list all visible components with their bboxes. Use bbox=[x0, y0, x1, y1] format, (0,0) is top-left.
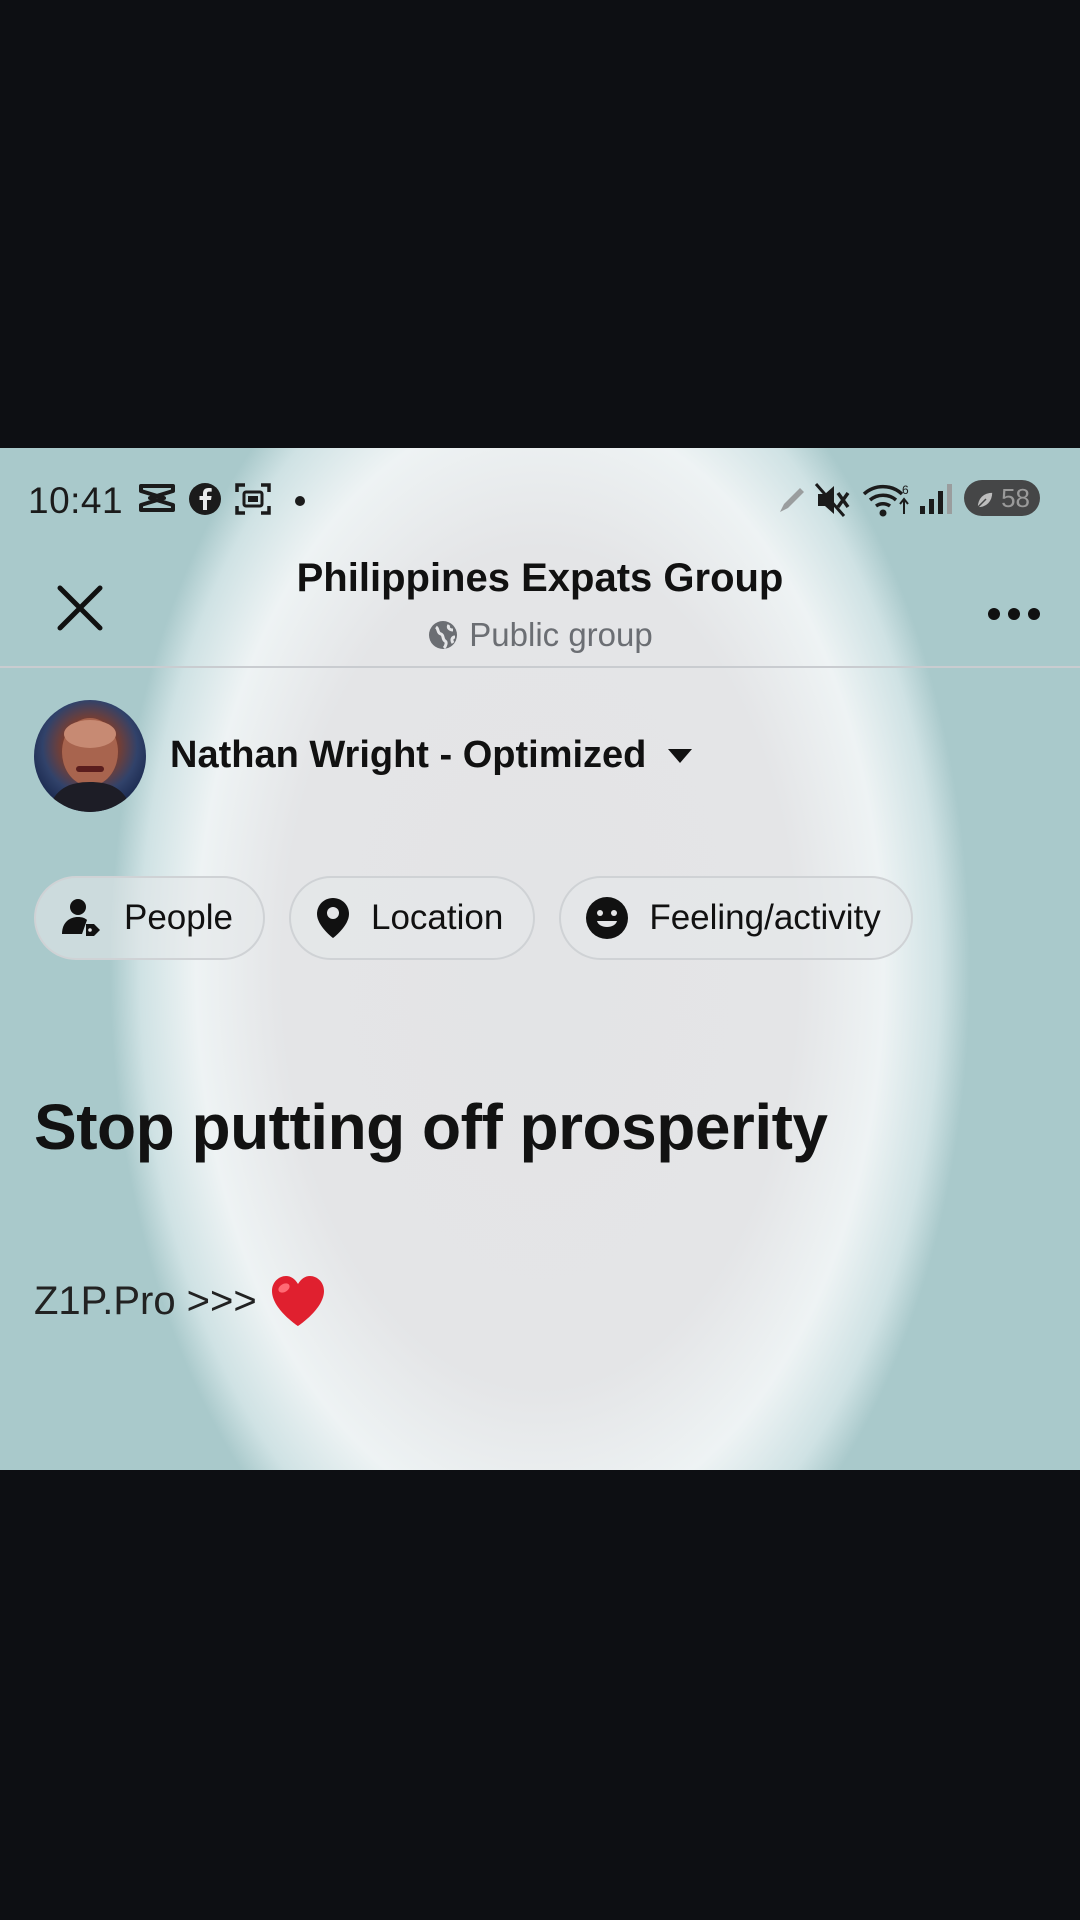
capcut-icon bbox=[138, 482, 176, 519]
group-title: Philippines Expats Group bbox=[296, 556, 784, 600]
pen-icon bbox=[776, 482, 810, 521]
signal-icon bbox=[918, 482, 954, 521]
feeling-chip[interactable]: Feeling/activity bbox=[559, 876, 913, 960]
location-pin-icon bbox=[316, 898, 349, 938]
mute-icon bbox=[814, 482, 854, 523]
location-label: Location bbox=[370, 898, 504, 937]
more-icon bbox=[988, 608, 1040, 620]
globe-icon bbox=[429, 621, 458, 650]
composer-screen: 10:41 6 58 Philippines Expats Group Publ… bbox=[0, 448, 1080, 1470]
power-saving-icon bbox=[974, 487, 996, 518]
group-privacy: Public group bbox=[0, 616, 1080, 654]
facebook-icon bbox=[188, 482, 222, 521]
status-time: 10:41 bbox=[28, 480, 124, 521]
location-chip[interactable]: Location bbox=[288, 876, 536, 960]
heart-emoji bbox=[271, 1276, 324, 1326]
post-link-text: Z1P.Pro >>> bbox=[34, 1278, 257, 1323]
dot-icon bbox=[294, 494, 306, 512]
battery-level: 58 bbox=[1001, 482, 1030, 513]
wifi-icon: 6 bbox=[862, 482, 912, 523]
post-options: People Location Feeling/activity bbox=[34, 876, 913, 960]
battery-indicator: 58 bbox=[964, 480, 1040, 516]
post-headline[interactable]: Stop putting off prosperity bbox=[34, 1090, 828, 1164]
people-label: People bbox=[124, 898, 233, 937]
tag-people-icon bbox=[62, 899, 100, 936]
more-options-button[interactable] bbox=[984, 594, 1044, 634]
avatar[interactable] bbox=[34, 700, 146, 812]
audience-selector[interactable]: Nathan Wright - Optimized bbox=[170, 734, 694, 777]
svg-text:6: 6 bbox=[902, 483, 909, 497]
profile-photo bbox=[48, 718, 132, 812]
caret-down-icon bbox=[668, 748, 693, 763]
people-chip[interactable]: People bbox=[34, 876, 265, 960]
status-bar: 10:41 6 58 bbox=[0, 448, 1080, 554]
post-body[interactable]: Z1P.Pro >>> bbox=[34, 1274, 327, 1328]
header-divider bbox=[0, 666, 1080, 668]
screenshot-icon bbox=[234, 482, 272, 521]
smiley-icon bbox=[586, 897, 629, 939]
group-subtitle: Public group bbox=[469, 616, 653, 653]
feeling-label: Feeling/activity bbox=[649, 898, 881, 937]
author-name: Nathan Wright - Optimized bbox=[170, 734, 647, 776]
